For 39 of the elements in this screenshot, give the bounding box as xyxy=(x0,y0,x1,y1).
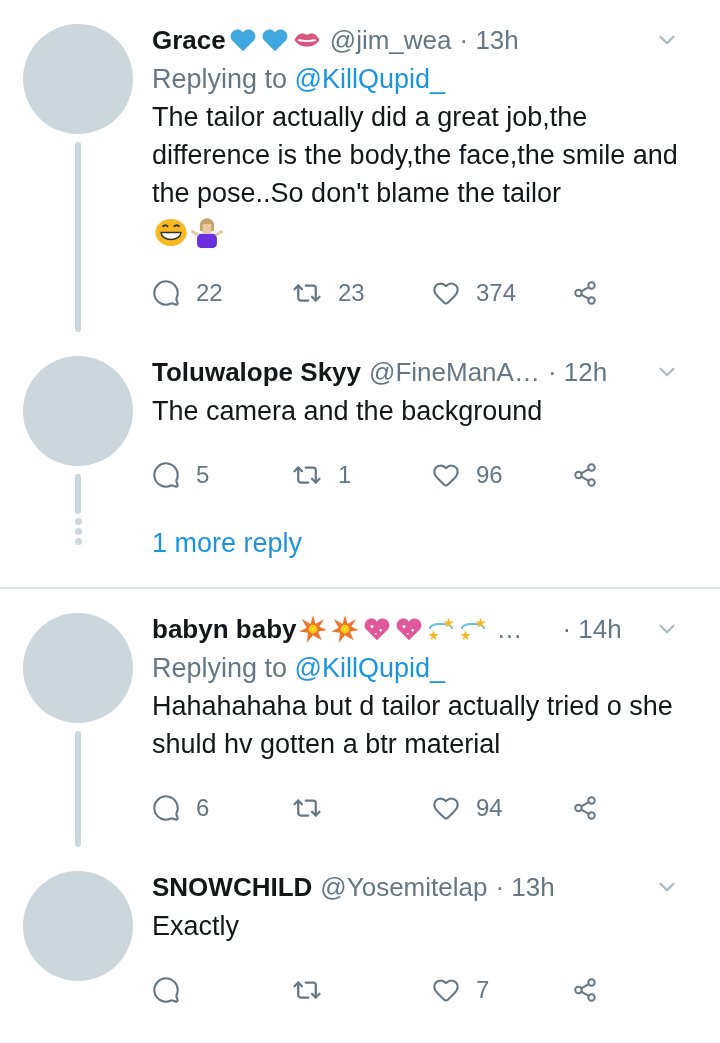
retweet-count: 23 xyxy=(338,279,365,307)
reply-icon[interactable] xyxy=(152,976,180,1004)
display-name: Toluwalope Skyy xyxy=(152,356,361,388)
reply-count: 22 xyxy=(196,279,223,307)
timestamp: · 13h xyxy=(495,871,555,903)
share-icon[interactable] xyxy=(572,280,598,306)
tweet-text: The tailor actually did a great job,the difference is the body,the face,the smile and the pose..So don't blame the tailor xyxy=(152,101,679,210)
reply-icon[interactable] xyxy=(152,279,180,307)
mention-link[interactable]: @KillQupid_ xyxy=(294,64,446,94)
like-count: 7 xyxy=(476,976,490,1004)
user-handle: @FineManA… xyxy=(369,356,540,388)
timestamp: · 13h xyxy=(459,24,519,56)
share-icon[interactable] xyxy=(572,977,598,1003)
share-icon[interactable] xyxy=(572,795,598,821)
display-name: babyn baby xyxy=(152,613,297,645)
replying-to-text: Replying to @KillQupid_ xyxy=(152,63,447,96)
more-replies-link[interactable]: 1 more reply xyxy=(152,514,303,583)
user-handle: @jim_wea xyxy=(329,24,452,56)
thread-line xyxy=(75,474,81,514)
user-handle: @Yosemitelap xyxy=(320,871,488,903)
display-name: SNOWCHILD xyxy=(152,871,313,903)
display-name: Grace xyxy=(152,24,226,56)
timestamp: · 12h xyxy=(547,356,608,388)
ellipsis: … xyxy=(496,613,523,645)
share-icon[interactable] xyxy=(572,462,598,488)
tweet-text: The camera and the background xyxy=(152,395,544,428)
tweet-text: Hahahahaha but d tailor actually tried o she shuld hv gotten a btr material xyxy=(152,690,674,761)
tweet-text: Exactly xyxy=(152,910,241,943)
reply-count: 6 xyxy=(196,794,210,822)
like-count: 96 xyxy=(476,461,503,489)
reply-count: 5 xyxy=(196,461,210,489)
retweet-count: 1 xyxy=(338,461,352,489)
reply-icon[interactable] xyxy=(152,794,180,822)
like-count: 374 xyxy=(476,279,517,307)
reply-icon[interactable] xyxy=(152,461,180,489)
replying-to-text: Replying to @KillQupid_ xyxy=(152,652,447,685)
like-count: 94 xyxy=(476,794,503,822)
timestamp: · 14h xyxy=(562,613,622,645)
mention-link[interactable]: @KillQupid_ xyxy=(294,653,446,683)
